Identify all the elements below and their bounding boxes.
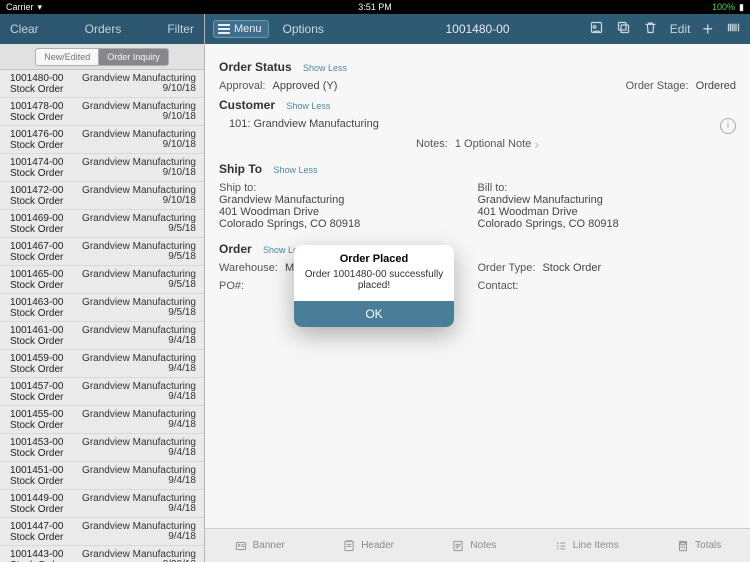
ordertype-value: Stock Order [542, 262, 601, 274]
ordertype-label: Order Type: [478, 262, 536, 274]
order-row[interactable]: 1001476-00Stock OrderGrandview Manufactu… [0, 126, 204, 154]
tab-notes[interactable]: Notes [451, 539, 496, 553]
order-row[interactable]: 1001478-00Stock OrderGrandview Manufactu… [0, 98, 204, 126]
status-show-less[interactable]: Show Less [303, 63, 347, 73]
section-order: Order Show Less [219, 242, 736, 256]
order-date: 9/4/18 [168, 391, 196, 402]
shipto-show-less[interactable]: Show Less [273, 165, 317, 175]
section-ship-to: Ship To Show Less [219, 162, 736, 176]
order-row[interactable]: 1001443-00Stock OrderGrandview Manufactu… [0, 546, 204, 562]
billto-heading: Bill to: [478, 182, 737, 194]
order-row[interactable]: 1001459-00Stock OrderGrandview Manufactu… [0, 350, 204, 378]
tab-banner[interactable]: Banner [234, 539, 285, 553]
options-button[interactable]: Options [283, 22, 324, 36]
bill-line2: 401 Woodman Drive [478, 206, 737, 218]
warehouse-label: Warehouse: [219, 262, 278, 274]
order-row[interactable]: 1001467-00Stock OrderGrandview Manufactu… [0, 238, 204, 266]
stage-label: Order Stage: [626, 80, 689, 92]
order-row[interactable]: 1001447-00Stock OrderGrandview Manufactu… [0, 518, 204, 546]
approval-label: Approval: [219, 80, 265, 92]
customer-show-less[interactable]: Show Less [286, 101, 330, 111]
contact-label: Contact: [478, 280, 519, 292]
tab-header[interactable]: Header [342, 539, 394, 553]
order-row[interactable]: 1001449-00Stock OrderGrandview Manufactu… [0, 490, 204, 518]
po-label: PO#: [219, 280, 244, 292]
order-date: 9/4/18 [168, 419, 196, 430]
shipto-heading: Ship to: [219, 182, 478, 194]
bill-line1: Grandview Manufacturing [478, 194, 737, 206]
order-date: 9/10/18 [163, 167, 196, 178]
order-date: 9/4/18 [168, 503, 196, 514]
ship-line1: Grandview Manufacturing [219, 194, 478, 206]
order-row[interactable]: 1001453-00Stock OrderGrandview Manufactu… [0, 434, 204, 462]
bill-line3: Colorado Springs, CO 80918 [478, 218, 737, 230]
copy-icon[interactable] [616, 20, 631, 38]
trash-icon[interactable] [643, 20, 658, 38]
tab-lineitems[interactable]: Line Items [554, 539, 619, 553]
notes-row[interactable]: Notes: 1 Optional Note › [219, 136, 736, 152]
order-date: 9/4/18 [168, 447, 196, 458]
approval-value: Approved (Y) [273, 80, 338, 92]
order-row[interactable]: 1001463-00Stock OrderGrandview Manufactu… [0, 294, 204, 322]
order-date: 9/4/18 [168, 531, 196, 542]
order-date: 9/10/18 [163, 83, 196, 94]
order-row[interactable]: 1001461-00Stock OrderGrandview Manufactu… [0, 322, 204, 350]
order-number-title: 1001480-00 [445, 22, 509, 36]
menu-button[interactable]: Menu [213, 20, 269, 38]
order-row[interactable]: 1001474-00Stock OrderGrandview Manufactu… [0, 154, 204, 182]
detail-tabs: Banner Header Notes Line Items Totals [205, 528, 750, 562]
order-row[interactable]: 1001465-00Stock OrderGrandview Manufactu… [0, 266, 204, 294]
section-order-status: Order Status Show Less [219, 60, 736, 74]
chevron-right-icon: › [534, 136, 539, 152]
order-date: 9/4/18 [168, 475, 196, 486]
tab-totals[interactable]: Totals [676, 539, 721, 553]
order-show-less[interactable]: Show Less [263, 245, 307, 255]
order-row[interactable]: 1001469-00Stock OrderGrandview Manufactu… [0, 210, 204, 238]
orders-sidebar: Clear Orders Filter New/Edited Order Inq… [0, 14, 205, 562]
order-date: 9/5/18 [168, 251, 196, 262]
customer-id-name: 101: Grandview Manufacturing [229, 118, 379, 130]
warehouse-value: Main W [285, 262, 322, 274]
stage-value: Ordered [696, 80, 736, 92]
order-date: 9/5/18 [168, 279, 196, 290]
order-row[interactable]: 1001480-00Stock OrderGrandview Manufactu… [0, 70, 204, 98]
save-icon[interactable] [589, 20, 604, 38]
info-icon[interactable]: i [720, 118, 736, 134]
order-row[interactable]: 1001451-00Stock OrderGrandview Manufactu… [0, 462, 204, 490]
order-date: 9/10/18 [163, 195, 196, 206]
order-row[interactable]: 1001472-00Stock OrderGrandview Manufactu… [0, 182, 204, 210]
ship-line2: 401 Woodman Drive [219, 206, 478, 218]
ship-line3: Colorado Springs, CO 80918 [219, 218, 478, 230]
order-row[interactable]: 1001457-00Stock OrderGrandview Manufactu… [0, 378, 204, 406]
order-list[interactable]: 1001480-00Stock OrderGrandview Manufactu… [0, 70, 204, 562]
order-date: 9/4/18 [168, 363, 196, 374]
order-row[interactable]: 1001455-00Stock OrderGrandview Manufactu… [0, 406, 204, 434]
order-date: 9/5/18 [168, 307, 196, 318]
edit-button[interactable]: Edit [670, 22, 691, 36]
order-date: 9/4/18 [168, 335, 196, 346]
section-customer: Customer Show Less [219, 98, 736, 112]
hamburger-icon [218, 24, 230, 34]
order-date: 9/10/18 [163, 139, 196, 150]
barcode-icon[interactable] [725, 20, 742, 38]
add-icon[interactable]: + [702, 19, 713, 40]
order-detail: Menu Options 1001480-00 Edit + [205, 14, 750, 562]
detail-header: Menu Options 1001480-00 Edit + [205, 14, 750, 44]
order-date: 9/10/18 [163, 111, 196, 122]
order-date: 9/5/18 [168, 223, 196, 234]
